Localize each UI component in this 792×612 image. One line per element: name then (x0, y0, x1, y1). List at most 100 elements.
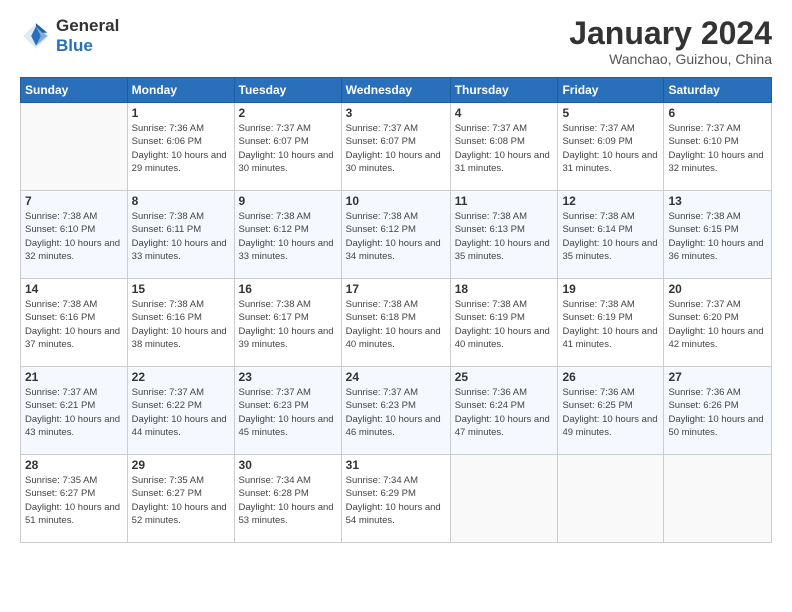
calendar-cell: 13 Sunrise: 7:38 AMSunset: 6:15 PMDayligh… (664, 191, 772, 279)
calendar-cell (558, 455, 664, 543)
calendar-cell: 2Sunrise: 7:37 AMSunset: 6:07 PMDaylight… (234, 103, 341, 191)
calendar-page: General Blue January 2024 Wanchao, Guizh… (0, 0, 792, 612)
day-number: 29 (132, 458, 230, 472)
calendar-cell: 22Sunrise: 7:37 AMSunset: 6:22 PMDayligh… (127, 367, 234, 455)
day-info: Sunrise: 7:38 AMSunset: 6:15 PMDaylight:… (668, 210, 767, 263)
day-number: 13 (668, 194, 767, 208)
logo-blue: Blue (56, 36, 93, 55)
day-header-tuesday: Tuesday (234, 78, 341, 103)
calendar-cell: 9 Sunrise: 7:38 AMSunset: 6:12 PMDaylight… (234, 191, 341, 279)
day-info: Sunrise: 7:37 AMSunset: 6:10 PMDaylight:… (668, 122, 767, 175)
calendar-table: SundayMondayTuesdayWednesdayThursdayFrid… (20, 77, 772, 543)
day-number: 21 (25, 370, 123, 384)
day-info: Sunrise: 7:35 AMSunset: 6:27 PMDaylight:… (132, 474, 230, 527)
day-number: 8 (132, 194, 230, 208)
day-info: Sunrise: 7:36 AMSunset: 6:24 PMDaylight:… (455, 386, 554, 439)
day-info: Sunrise: 7:38 AMSunset: 6:16 PMDaylight:… (25, 298, 123, 351)
day-number: 2 (239, 106, 337, 120)
day-number: 16 (239, 282, 337, 296)
day-info: Sunrise: 7:37 AMSunset: 6:07 PMDaylight:… (346, 122, 446, 175)
day-info: Sunrise: 7:38 AMSunset: 6:11 PMDaylight:… (132, 210, 230, 263)
calendar-cell: 19 Sunrise: 7:38 AMSunset: 6:19 PMDayligh… (558, 279, 664, 367)
calendar-cell: 4 Sunrise: 7:37 AMSunset: 6:08 PMDaylight… (450, 103, 558, 191)
logo-icon (20, 20, 52, 52)
day-number: 1 (132, 106, 230, 120)
day-number: 5 (562, 106, 659, 120)
day-number: 19 (562, 282, 659, 296)
day-info: Sunrise: 7:36 AMSunset: 6:25 PMDaylight:… (562, 386, 659, 439)
page-header: General Blue January 2024 Wanchao, Guizh… (20, 16, 772, 67)
month-title: January 2024 (569, 16, 772, 51)
logo-text: General Blue (56, 16, 119, 55)
calendar-cell: 10 Sunrise: 7:38 AMSunset: 6:12 PMDayligh… (341, 191, 450, 279)
day-number: 31 (346, 458, 446, 472)
day-info: Sunrise: 7:37 AMSunset: 6:08 PMDaylight:… (455, 122, 554, 175)
day-info: Sunrise: 7:37 AMSunset: 6:22 PMDaylight:… (132, 386, 230, 439)
location: Wanchao, Guizhou, China (569, 51, 772, 67)
calendar-cell: 24Sunrise: 7:37 AMSunset: 6:23 PMDayligh… (341, 367, 450, 455)
day-number: 7 (25, 194, 123, 208)
day-info: Sunrise: 7:38 AMSunset: 6:12 PMDaylight:… (346, 210, 446, 263)
day-number: 26 (562, 370, 659, 384)
day-info: Sunrise: 7:37 AMSunset: 6:21 PMDaylight:… (25, 386, 123, 439)
day-info: Sunrise: 7:38 AMSunset: 6:13 PMDaylight:… (455, 210, 554, 263)
calendar-cell: 7 Sunrise: 7:38 AMSunset: 6:10 PMDaylight… (21, 191, 128, 279)
calendar-cell: 17 Sunrise: 7:38 AMSunset: 6:18 PMDayligh… (341, 279, 450, 367)
calendar-cell: 30 Sunrise: 7:34 AMSunset: 6:28 PMDayligh… (234, 455, 341, 543)
day-info: Sunrise: 7:38 AMSunset: 6:12 PMDaylight:… (239, 210, 337, 263)
calendar-cell: 31 Sunrise: 7:34 AMSunset: 6:29 PMDayligh… (341, 455, 450, 543)
calendar-week-row: 7 Sunrise: 7:38 AMSunset: 6:10 PMDaylight… (21, 191, 772, 279)
day-info: Sunrise: 7:35 AMSunset: 6:27 PMDaylight:… (25, 474, 123, 527)
calendar-cell: 27 Sunrise: 7:36 AMSunset: 6:26 PMDayligh… (664, 367, 772, 455)
day-header-saturday: Saturday (664, 78, 772, 103)
day-info: Sunrise: 7:37 AMSunset: 6:09 PMDaylight:… (562, 122, 659, 175)
day-header-thursday: Thursday (450, 78, 558, 103)
calendar-week-row: 14 Sunrise: 7:38 AMSunset: 6:16 PMDayligh… (21, 279, 772, 367)
calendar-cell: 29 Sunrise: 7:35 AMSunset: 6:27 PMDayligh… (127, 455, 234, 543)
day-number: 30 (239, 458, 337, 472)
day-number: 27 (668, 370, 767, 384)
calendar-cell: 14 Sunrise: 7:38 AMSunset: 6:16 PMDayligh… (21, 279, 128, 367)
calendar-week-row: 1 Sunrise: 7:36 AMSunset: 6:06 PMDaylight… (21, 103, 772, 191)
day-info: Sunrise: 7:38 AMSunset: 6:19 PMDaylight:… (455, 298, 554, 351)
calendar-cell: 23Sunrise: 7:37 AMSunset: 6:23 PMDayligh… (234, 367, 341, 455)
day-number: 11 (455, 194, 554, 208)
day-number: 10 (346, 194, 446, 208)
calendar-cell: 11 Sunrise: 7:38 AMSunset: 6:13 PMDayligh… (450, 191, 558, 279)
day-number: 17 (346, 282, 446, 296)
day-info: Sunrise: 7:37 AMSunset: 6:23 PMDaylight:… (239, 386, 337, 439)
day-info: Sunrise: 7:37 AMSunset: 6:23 PMDaylight:… (346, 386, 446, 439)
day-info: Sunrise: 7:36 AMSunset: 6:26 PMDaylight:… (668, 386, 767, 439)
calendar-cell (664, 455, 772, 543)
day-number: 15 (132, 282, 230, 296)
calendar-cell (21, 103, 128, 191)
day-info: Sunrise: 7:38 AMSunset: 6:19 PMDaylight:… (562, 298, 659, 351)
day-info: Sunrise: 7:36 AMSunset: 6:06 PMDaylight:… (132, 122, 230, 175)
day-info: Sunrise: 7:38 AMSunset: 6:18 PMDaylight:… (346, 298, 446, 351)
day-number: 18 (455, 282, 554, 296)
calendar-cell: 26 Sunrise: 7:36 AMSunset: 6:25 PMDayligh… (558, 367, 664, 455)
day-info: Sunrise: 7:34 AMSunset: 6:28 PMDaylight:… (239, 474, 337, 527)
calendar-cell (450, 455, 558, 543)
title-block: January 2024 Wanchao, Guizhou, China (569, 16, 772, 67)
day-header-sunday: Sunday (21, 78, 128, 103)
calendar-cell: 5 Sunrise: 7:37 AMSunset: 6:09 PMDaylight… (558, 103, 664, 191)
day-number: 4 (455, 106, 554, 120)
calendar-cell: 16 Sunrise: 7:38 AMSunset: 6:17 PMDayligh… (234, 279, 341, 367)
day-info: Sunrise: 7:38 AMSunset: 6:10 PMDaylight:… (25, 210, 123, 263)
calendar-cell: 3Sunrise: 7:37 AMSunset: 6:07 PMDaylight… (341, 103, 450, 191)
calendar-week-row: 21 Sunrise: 7:37 AMSunset: 6:21 PMDayligh… (21, 367, 772, 455)
calendar-cell: 15 Sunrise: 7:38 AMSunset: 6:16 PMDayligh… (127, 279, 234, 367)
day-number: 20 (668, 282, 767, 296)
calendar-cell: 8 Sunrise: 7:38 AMSunset: 6:11 PMDaylight… (127, 191, 234, 279)
day-header-wednesday: Wednesday (341, 78, 450, 103)
logo: General Blue (20, 16, 119, 55)
day-info: Sunrise: 7:34 AMSunset: 6:29 PMDaylight:… (346, 474, 446, 527)
calendar-cell: 1 Sunrise: 7:36 AMSunset: 6:06 PMDaylight… (127, 103, 234, 191)
day-number: 9 (239, 194, 337, 208)
calendar-header-row: SundayMondayTuesdayWednesdayThursdayFrid… (21, 78, 772, 103)
day-info: Sunrise: 7:38 AMSunset: 6:14 PMDaylight:… (562, 210, 659, 263)
day-info: Sunrise: 7:38 AMSunset: 6:17 PMDaylight:… (239, 298, 337, 351)
day-info: Sunrise: 7:38 AMSunset: 6:16 PMDaylight:… (132, 298, 230, 351)
day-number: 14 (25, 282, 123, 296)
